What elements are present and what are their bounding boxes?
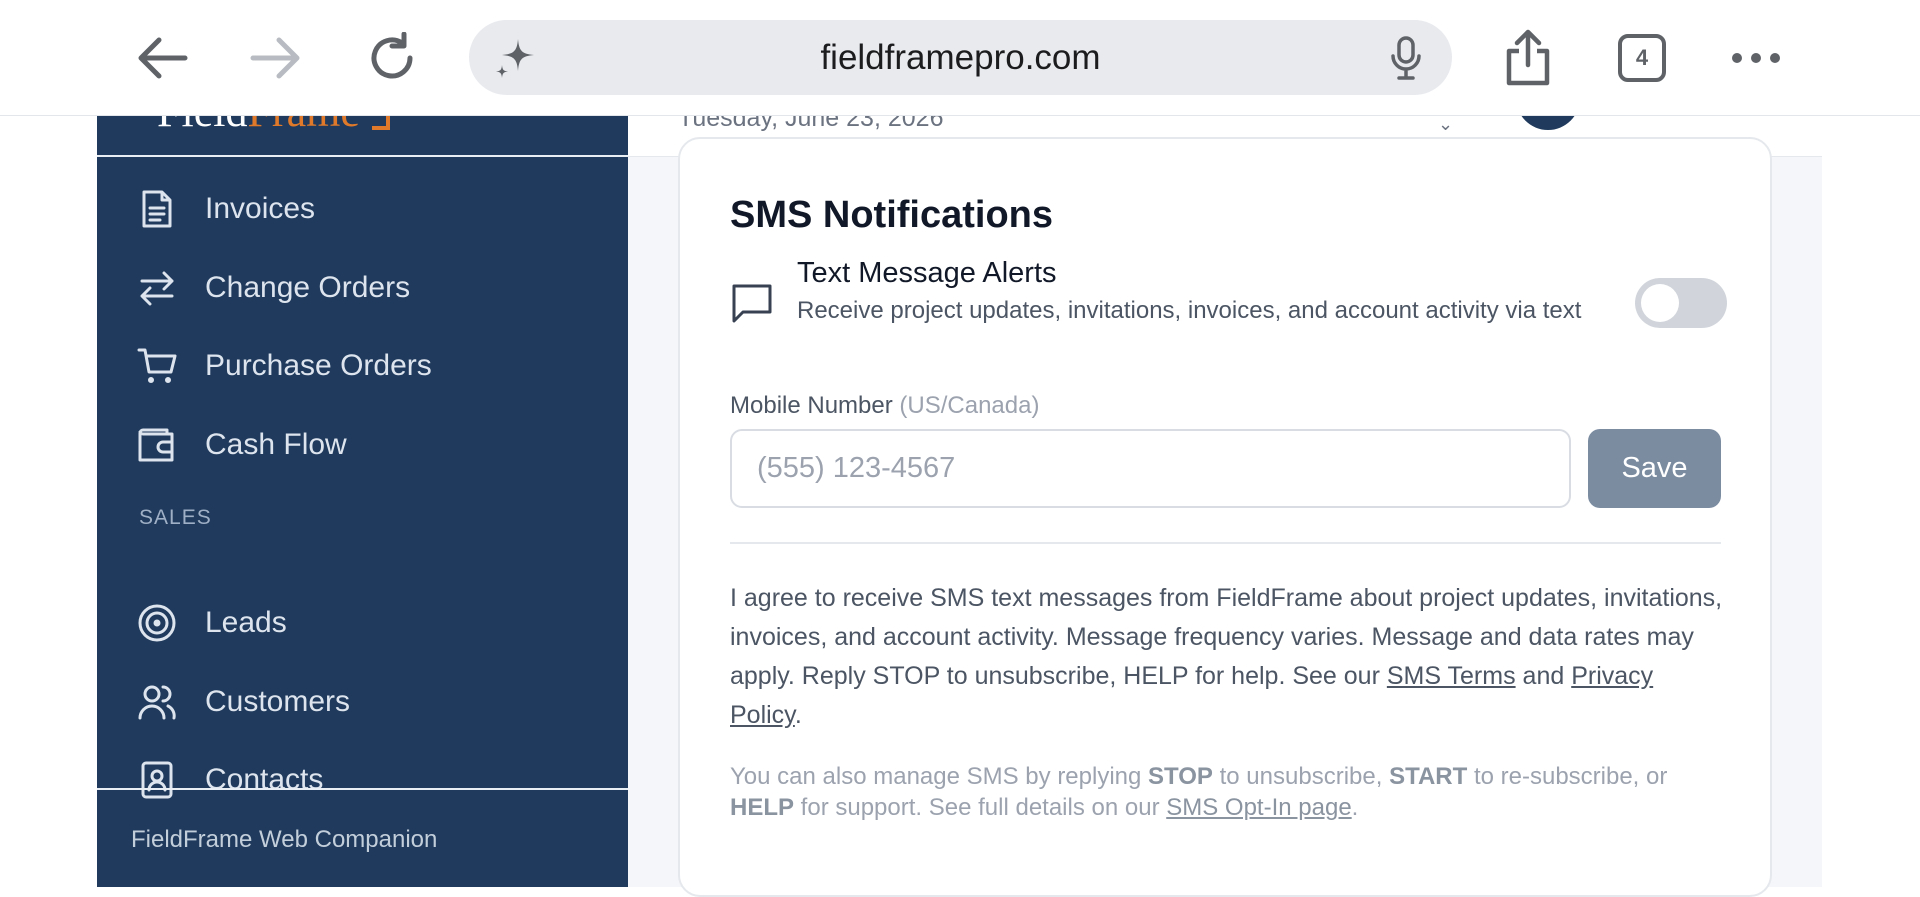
wallet-icon	[137, 425, 177, 465]
forward-icon[interactable]	[238, 20, 314, 96]
sidebar-item-cash-flow[interactable]: Cash Flow	[97, 410, 628, 480]
manage-text: to unsubscribe,	[1212, 763, 1390, 790]
more-options-icon[interactable]	[1718, 20, 1794, 96]
manage-text: You can also manage SMS by replying	[730, 763, 1149, 790]
sidebar-section-sales: SALES	[139, 506, 212, 529]
sidebar-item-label: Change Orders	[205, 271, 411, 304]
text-alerts-toggle[interactable]	[1635, 278, 1727, 328]
sidebar-divider	[97, 788, 628, 790]
right-gutter	[1822, 116, 1920, 887]
sidebar-item-label: Cash Flow	[205, 428, 347, 461]
card-title: SMS Notifications	[730, 194, 1054, 236]
mobile-number-input[interactable]	[730, 429, 1571, 508]
share-icon[interactable]	[1490, 20, 1566, 96]
sidebar-item-leads[interactable]: Leads	[97, 588, 628, 658]
sms-notifications-card: SMS Notifications Text Message Alerts Re…	[678, 137, 1772, 897]
shopping-cart-icon	[137, 346, 177, 386]
sidebar-item-label: Invoices	[205, 192, 316, 225]
manage-end: .	[1351, 794, 1359, 821]
sidebar-divider	[97, 155, 628, 157]
mobile-label-text: Mobile Number	[730, 392, 893, 419]
sidebar-item-contacts[interactable]: Contacts	[97, 745, 628, 815]
keyword-stop: STOP	[1148, 763, 1213, 790]
users-icon	[137, 682, 177, 722]
text-alerts-title: Text Message Alerts	[797, 257, 1057, 289]
sms-manage-text: You can also manage SMS by replying STOP…	[730, 761, 1725, 823]
app-viewport: FieldFrame Invoices Change Orders Purcha…	[0, 66, 1920, 897]
consent-and: and	[1515, 662, 1572, 690]
browser-toolbar: fieldframepro.com 4	[0, 0, 1920, 116]
sidebar-item-label: Contacts	[205, 763, 324, 796]
contact-book-icon	[137, 760, 177, 800]
arrows-swap-icon	[137, 268, 177, 308]
sidebar-item-change-orders[interactable]: Change Orders	[97, 253, 628, 323]
sidebar-item-label: Leads	[205, 606, 287, 639]
target-icon	[137, 603, 177, 643]
sidebar: FieldFrame Invoices Change Orders Purcha…	[97, 87, 628, 887]
tab-count-button[interactable]: 4	[1618, 34, 1666, 82]
main-content: SMS Notifications Text Message Alerts Re…	[628, 137, 1822, 897]
sidebar-item-customers[interactable]: Customers	[97, 667, 628, 737]
sms-consent-text: I agree to receive SMS text messages fro…	[730, 579, 1725, 735]
sidebar-item-purchase-orders[interactable]: Purchase Orders	[97, 331, 628, 401]
sidebar-item-label: Customers	[205, 685, 351, 718]
address-bar[interactable]: fieldframepro.com	[469, 20, 1452, 95]
sms-terms-link[interactable]: SMS Terms	[1387, 662, 1516, 690]
keyword-help: HELP	[730, 794, 795, 821]
message-square-icon	[730, 281, 774, 325]
chevron-down-icon[interactable]: ⌄	[1438, 114, 1453, 135]
save-button[interactable]: Save	[1588, 429, 1721, 508]
manage-text: to re-subscribe, or	[1467, 763, 1668, 790]
back-icon[interactable]	[124, 20, 200, 96]
microphone-icon[interactable]	[1382, 34, 1430, 82]
toggle-knob	[1641, 284, 1679, 322]
file-text-icon	[137, 189, 177, 229]
section-divider	[730, 542, 1721, 544]
consent-end: .	[794, 701, 802, 729]
keyword-start: START	[1389, 763, 1468, 790]
sms-opt-in-link[interactable]: SMS Opt-In page	[1166, 794, 1351, 821]
reload-icon[interactable]	[354, 20, 430, 96]
sidebar-item-invoices[interactable]: Invoices	[97, 174, 628, 244]
mobile-label-hint: (US/Canada)	[899, 392, 1040, 419]
text-alerts-description: Receive project updates, invitations, in…	[797, 297, 1582, 324]
manage-text: for support. See full details on our	[794, 794, 1167, 821]
sidebar-item-label: Purchase Orders	[205, 349, 432, 382]
url-text[interactable]: fieldframepro.com	[469, 20, 1452, 95]
sidebar-footer: FieldFrame Web Companion	[131, 826, 438, 853]
mobile-number-label: Mobile Number (US/Canada)	[730, 392, 1039, 420]
